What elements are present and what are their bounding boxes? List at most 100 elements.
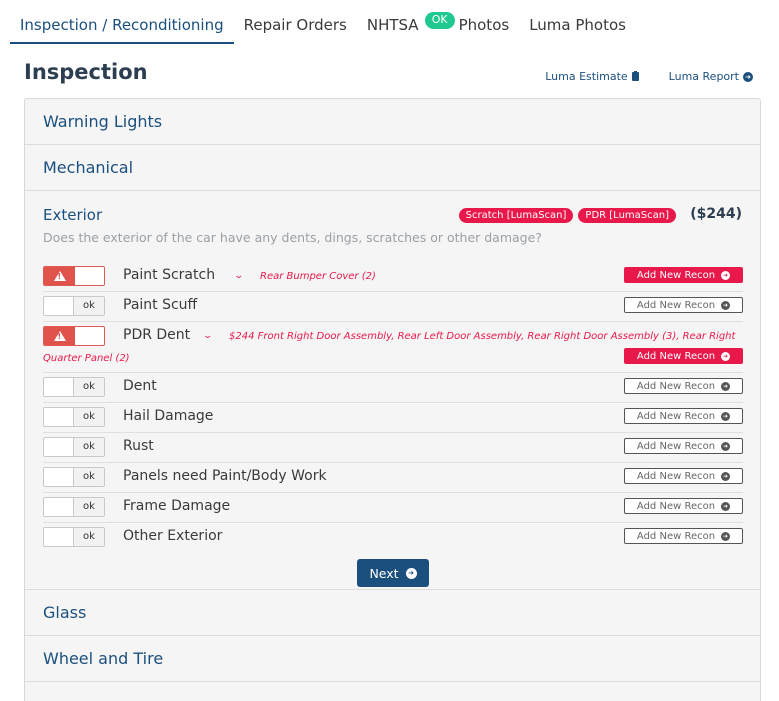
damage-toggle[interactable]: ok <box>43 497 105 517</box>
exterior-question: Does the exterior of the car have any de… <box>43 230 542 245</box>
tab-repair-orders[interactable]: Repair Orders <box>234 0 357 44</box>
tab-nhtsa[interactable]: NHTSA OK <box>357 0 455 44</box>
damage-toggle[interactable]: ok <box>43 467 105 487</box>
add-new-recon-button[interactable]: Add New Recon ➜ <box>624 498 743 514</box>
add-new-recon-button[interactable]: Add New Recon ➜ <box>624 348 743 364</box>
section-title: Warning Lights <box>43 112 163 131</box>
item-label: Panels need Paint/Body Work <box>123 468 327 484</box>
recon-label: Add New Recon <box>636 530 716 542</box>
list-item: ok Other Exterior Add New Recon ➜ <box>43 523 743 553</box>
tab-inspection-reconditioning[interactable]: Inspection / Reconditioning <box>10 0 234 44</box>
item-label: Other Exterior <box>123 528 223 544</box>
add-new-recon-button[interactable]: Add New Recon ➜ <box>624 528 743 544</box>
ok-label: ok <box>73 408 104 426</box>
section-next-collapsed[interactable] <box>25 682 760 701</box>
section-glass[interactable]: Glass <box>25 590 760 636</box>
ok-label: ok <box>73 297 104 315</box>
tab-label: Repair Orders <box>243 16 347 34</box>
recon-label: Add New Recon <box>636 500 716 512</box>
add-new-recon-button[interactable]: Add New Recon ➜ <box>624 267 743 283</box>
inspection-panel: Warning Lights Mechanical Exterior Scrat… <box>24 98 761 701</box>
tab-luma-photos[interactable]: Luma Photos <box>519 0 636 44</box>
tab-label: Photos <box>458 16 510 34</box>
ok-label: ok <box>73 528 104 546</box>
section-title: Wheel and Tire <box>43 649 164 668</box>
add-new-recon-button[interactable]: Add New Recon ➜ <box>624 297 743 313</box>
recon-label: Add New Recon <box>636 380 716 392</box>
damage-toggle[interactable]: ok <box>43 296 105 316</box>
section-title: Glass <box>43 603 87 622</box>
section-mechanical[interactable]: Mechanical <box>25 145 760 191</box>
warning-icon <box>44 327 75 345</box>
recon-label: Add New Recon <box>636 440 716 452</box>
damage-toggle[interactable] <box>43 266 105 286</box>
recon-label: Add New Recon <box>636 470 716 482</box>
luma-report-link[interactable]: Luma Report ➜ <box>669 70 753 83</box>
pdr-lumascan-tag: PDR [LumaScan] <box>578 208 676 223</box>
next-button[interactable]: Next ➜ <box>357 559 429 587</box>
arrow-circle-right-icon: ➜ <box>721 351 731 361</box>
recon-label: Add New Recon <box>636 410 716 422</box>
next-label: Next <box>369 565 399 581</box>
damage-detail-continued: Quarter Panel (2) <box>43 353 130 364</box>
arrow-circle-right-icon: ➜ <box>721 441 731 451</box>
damage-detail: Rear Bumper Cover (2) <box>260 271 376 282</box>
recon-label: Add New Recon <box>636 299 716 311</box>
exterior-title[interactable]: Exterior <box>43 206 102 224</box>
luma-report-label: Luma Report <box>668 70 739 83</box>
damage-toggle[interactable]: ok <box>43 377 105 397</box>
damage-toggle[interactable]: ok <box>43 437 105 457</box>
add-new-recon-button[interactable]: Add New Recon ➜ <box>624 468 743 484</box>
luma-estimate-link[interactable]: Luma Estimate <box>545 70 639 83</box>
tab-bar: Inspection / Reconditioning Repair Order… <box>10 0 636 44</box>
list-item: ok Paint Scuff Add New Recon ➜ <box>43 292 743 322</box>
section-exterior: Exterior Scratch [LumaScan] PDR [LumaSca… <box>25 191 760 590</box>
tab-label: NHTSA <box>366 16 419 34</box>
clipboard-icon <box>631 71 639 81</box>
exterior-tags: Scratch [LumaScan] PDR [LumaScan] <box>458 208 676 223</box>
arrow-circle-right-icon: ➜ <box>721 381 731 391</box>
recon-label: Add New Recon <box>636 350 716 362</box>
luma-estimate-label: Luma Estimate <box>545 70 628 83</box>
list-item: ok Dent Add New Recon ➜ <box>43 373 743 403</box>
list-item: PDR Dent ⌄ $244 Front Right Door Assembl… <box>43 322 743 373</box>
section-wheel-and-tire[interactable]: Wheel and Tire <box>25 636 760 682</box>
ok-label: ok <box>73 498 104 516</box>
arrow-circle-right-icon: ➜ <box>743 71 753 82</box>
item-label: Paint Scuff <box>123 297 198 313</box>
list-item: ok Hail Damage Add New Recon ➜ <box>43 403 743 433</box>
ok-label: ok <box>73 468 104 486</box>
ok-label: ok <box>73 438 104 456</box>
item-label: Hail Damage <box>123 408 214 424</box>
item-label: Dent <box>123 378 157 394</box>
chevron-down-icon[interactable]: ⌄ <box>233 271 244 281</box>
warning-icon <box>44 267 75 285</box>
damage-toggle[interactable]: ok <box>43 407 105 427</box>
arrow-circle-right-icon: ➜ <box>721 270 731 280</box>
add-new-recon-button[interactable]: Add New Recon ➜ <box>624 408 743 424</box>
damage-toggle[interactable] <box>43 326 105 346</box>
list-item: ok Rust Add New Recon ➜ <box>43 433 743 463</box>
page-title: Inspection <box>24 60 148 84</box>
section-title: Mechanical <box>43 158 134 177</box>
chevron-down-icon[interactable]: ⌄ <box>202 331 213 341</box>
tab-label: Inspection / Reconditioning <box>20 16 224 34</box>
tab-photos[interactable]: Photos <box>459 0 520 44</box>
item-label: Paint Scratch <box>123 267 216 283</box>
ok-label: ok <box>73 378 104 396</box>
list-item: ok Panels need Paint/Body Work Add New R… <box>43 463 743 493</box>
add-new-recon-button[interactable]: Add New Recon ➜ <box>624 378 743 394</box>
section-warning-lights[interactable]: Warning Lights <box>25 99 760 145</box>
arrow-circle-right-icon: ➜ <box>721 411 731 421</box>
arrow-circle-right-icon: ➜ <box>721 471 731 481</box>
list-item: ok Frame Damage Add New Recon ➜ <box>43 493 743 523</box>
damage-toggle[interactable]: ok <box>43 527 105 547</box>
list-item: Paint Scratch ⌄ Rear Bumper Cover (2) Ad… <box>43 262 743 292</box>
exterior-total: ($244) <box>690 206 742 222</box>
arrow-circle-right-icon: ➜ <box>721 501 731 511</box>
add-new-recon-button[interactable]: Add New Recon ➜ <box>624 438 743 454</box>
scratch-lumascan-tag: Scratch [LumaScan] <box>458 208 574 223</box>
tab-label: Luma Photos <box>529 16 626 34</box>
exterior-item-list: Paint Scratch ⌄ Rear Bumper Cover (2) Ad… <box>43 262 743 553</box>
item-label: Rust <box>123 438 154 454</box>
